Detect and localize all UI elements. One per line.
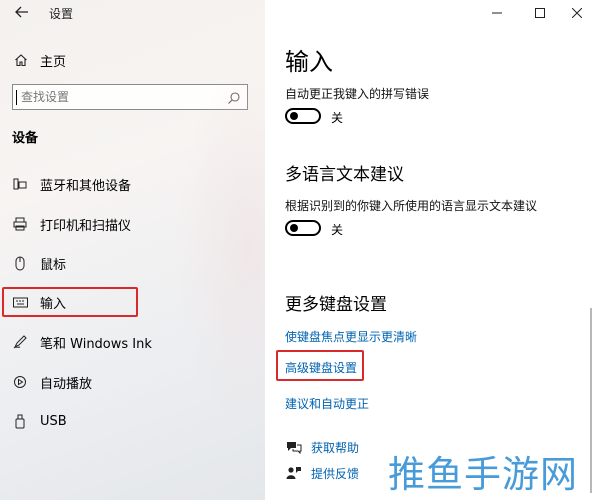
sidebar-item-autoplay[interactable]: 自动播放 — [12, 370, 92, 394]
search-icon[interactable] — [227, 90, 241, 109]
maximize-button[interactable] — [525, 2, 555, 24]
close-button[interactable] — [562, 2, 592, 24]
sidebar-item-label: USB — [40, 413, 67, 429]
sidebar-item-mouse[interactable]: 鼠标 — [12, 251, 66, 275]
printer-icon — [12, 217, 28, 231]
toggle-knob — [290, 224, 298, 232]
multilingual-state: 关 — [331, 223, 344, 237]
sidebar: 设置 主页 设备 蓝牙和其他设备 打印机和扫描仪 鼠标 — [0, 0, 265, 500]
autocorrect-state: 关 — [331, 111, 344, 125]
get-help-label: 获取帮助 — [311, 440, 360, 455]
minimize-button[interactable] — [482, 2, 512, 24]
sidebar-item-label: 鼠标 — [40, 257, 67, 273]
sidebar-item-pen[interactable]: 笔和 Windows Ink — [12, 330, 152, 354]
sidebar-item-label: 笔和 Windows Ink — [40, 336, 152, 352]
usb-icon — [12, 414, 28, 429]
content-pane: 输入 自动更正我键入的拼写错误 关 多语言文本建议 根据识别到的你键入所使用的语… — [265, 0, 596, 500]
more-keyboard-heading: 更多键盘设置 — [285, 295, 387, 315]
section-title: 设备 — [12, 131, 39, 146]
search-box[interactable] — [12, 84, 248, 110]
window-title: 设置 — [49, 7, 74, 21]
autocorrect-toggle[interactable] — [285, 108, 321, 124]
sidebar-item-printers[interactable]: 打印机和扫描仪 — [12, 212, 131, 236]
help-chat-icon — [285, 440, 303, 454]
sidebar-item-usb[interactable]: USB — [12, 409, 67, 433]
mouse-icon — [12, 256, 28, 271]
maximize-icon — [535, 8, 545, 18]
autocorrect-label: 自动更正我键入的拼写错误 — [285, 87, 430, 101]
multilingual-description: 根据识别到的你键入所使用的语言显示文本建议 — [285, 199, 538, 213]
sidebar-item-label: 打印机和扫描仪 — [40, 218, 132, 234]
feedback-icon — [285, 466, 303, 480]
page-title: 输入 — [285, 48, 333, 76]
close-icon — [572, 8, 582, 18]
suggestions-autocorrect-link[interactable]: 建议和自动更正 — [285, 395, 369, 412]
autoplay-icon — [12, 375, 28, 389]
home-icon — [12, 53, 30, 67]
keyboard-focus-link[interactable]: 使键盘焦点更显示更清晰 — [285, 328, 417, 345]
sidebar-item-home[interactable]: 主页 — [12, 50, 66, 70]
multilingual-heading: 多语言文本建议 — [285, 165, 404, 185]
advanced-keyboard-highlight — [276, 350, 364, 381]
sidebar-item-label: 自动播放 — [40, 376, 93, 392]
pen-icon — [12, 335, 28, 349]
toggle-knob — [290, 112, 298, 120]
text-caret — [16, 90, 17, 105]
multilingual-toggle[interactable] — [285, 220, 321, 236]
feedback-label: 提供反馈 — [311, 466, 360, 481]
watermark-text: 推鱼手游网 — [388, 453, 578, 496]
get-help-link[interactable]: 获取帮助 — [285, 438, 359, 456]
minimize-icon — [492, 12, 502, 14]
search-input[interactable] — [21, 88, 221, 106]
sidebar-item-label: 蓝牙和其他设备 — [40, 178, 132, 194]
back-arrow-icon[interactable] — [12, 3, 32, 23]
bluetooth-devices-icon — [12, 177, 28, 191]
scrollbar[interactable] — [590, 308, 592, 493]
feedback-link[interactable]: 提供反馈 — [285, 464, 359, 482]
selected-item-highlight — [2, 287, 138, 317]
sidebar-item-bluetooth[interactable]: 蓝牙和其他设备 — [12, 172, 131, 196]
sidebar-item-label: 主页 — [40, 54, 67, 70]
